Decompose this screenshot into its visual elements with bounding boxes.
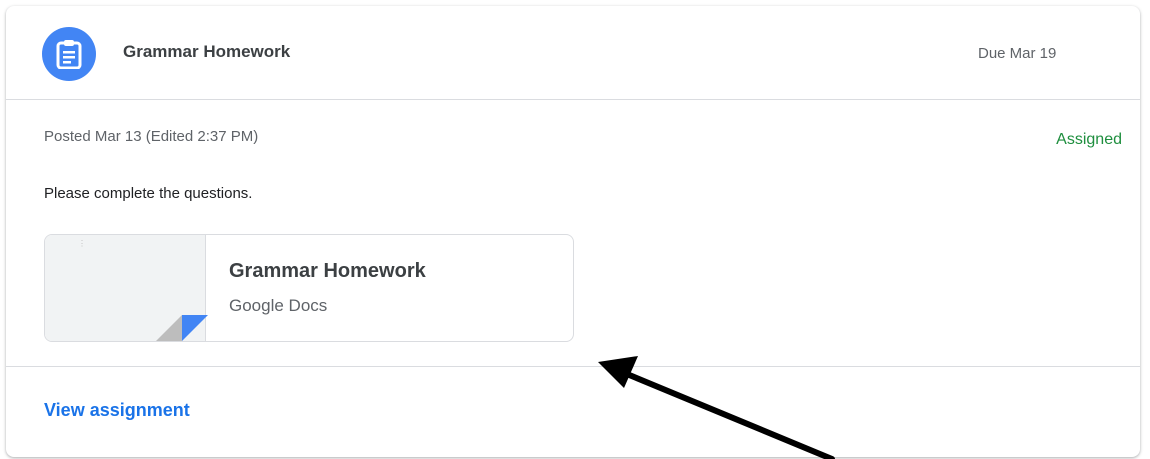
assignment-title[interactable]: Grammar Homework — [123, 42, 290, 62]
assignment-instructions: Please complete the questions. — [44, 185, 253, 202]
attachment-type: Google Docs — [229, 296, 328, 315]
docs-corner-icon — [182, 315, 208, 341]
assignment-footer: View assignment — [6, 367, 1140, 457]
page-fold-icon — [156, 315, 182, 341]
assignment-details: Posted Mar 13 (Edited 2:37 PM) Assigned … — [6, 100, 1140, 367]
google-docs-thumbnail[interactable]: ⋮ — [45, 235, 208, 341]
status-badge: Assigned — [1056, 131, 1122, 148]
thumbnail-dots-icon: ⋮ — [78, 239, 86, 248]
due-date: Due Mar 19 — [978, 45, 1057, 62]
assignment-header[interactable]: Grammar Homework Due Mar 19 — [6, 6, 1140, 100]
attachment-card[interactable]: ⋮ Grammar Homework Google Docs — [44, 234, 574, 342]
view-assignment-link[interactable]: View assignment — [44, 400, 190, 421]
posted-date: Posted Mar 13 (Edited 2:37 PM) — [44, 128, 259, 145]
attachment-title[interactable]: Grammar Homework — [229, 260, 426, 283]
assignment-card: Grammar Homework Due Mar 19 Posted Mar 1… — [6, 6, 1140, 457]
assignment-icon[interactable] — [42, 27, 96, 81]
